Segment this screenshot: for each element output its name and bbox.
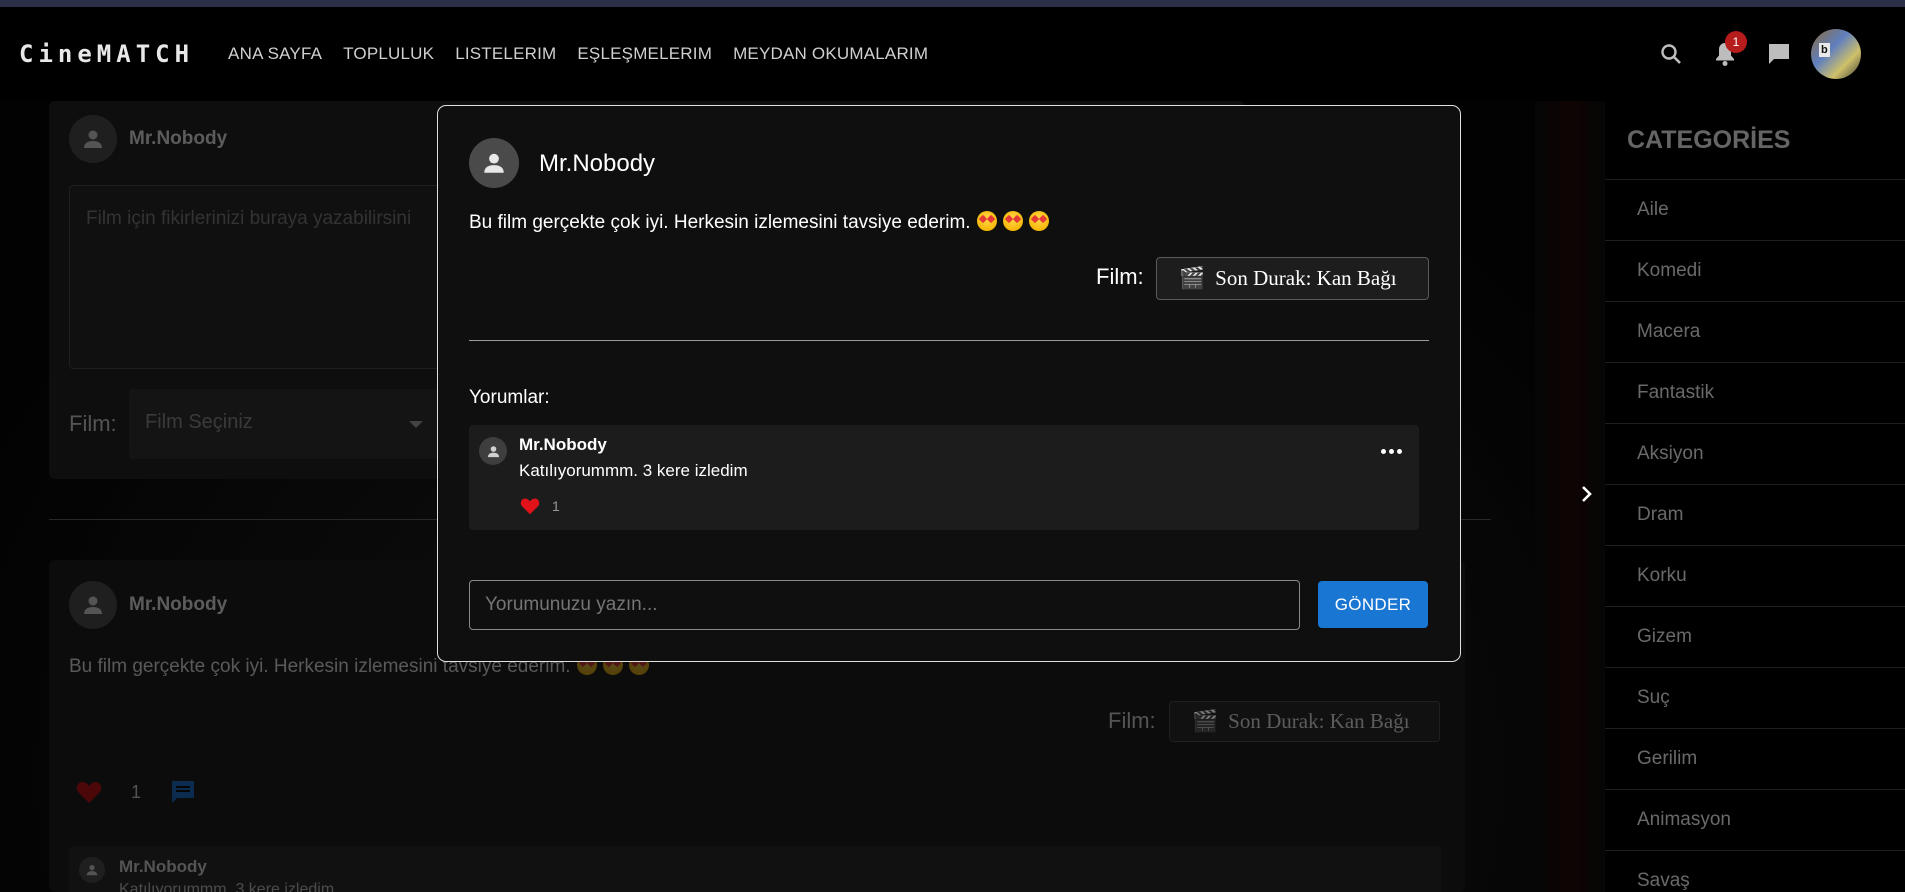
clapperboard-icon: 🎬 [1179, 266, 1206, 290]
nav-link-challenges[interactable]: MEYDAN OKUMALARIM [733, 44, 928, 64]
comments-title: Yorumlar: [469, 387, 550, 408]
nav-link-lists[interactable]: LISTELERIM [455, 44, 556, 64]
modal-post-text: Bu film gerçekte çok iyi. Herkesin izlem… [469, 212, 971, 233]
star-eyes-emoji [976, 211, 997, 231]
sidebar-toggle-button[interactable] [1577, 484, 1597, 504]
user-avatar[interactable]: b [1811, 29, 1861, 79]
nav-link-home[interactable]: ANA SAYFA [228, 44, 322, 64]
send-comment-button[interactable]: GÖNDER [1318, 581, 1428, 628]
modal-post-body: Bu film gerçekte çok iyi. Herkesin izlem… [469, 211, 1049, 234]
comment-text: Katılıyorummm. 3 kere izledim [519, 461, 748, 480]
person-icon [484, 153, 504, 173]
more-dots-icon [1397, 449, 1402, 454]
comment-more-button[interactable] [1381, 449, 1402, 454]
nav-actions: 1 b [1637, 29, 1861, 79]
comment-like-button[interactable] [520, 497, 540, 520]
chat-icon [1769, 44, 1789, 64]
notification-badge: 1 [1725, 31, 1747, 53]
modal-film-chip[interactable]: 🎬 Son Durak: Kan Bağı [1156, 257, 1429, 300]
modal-username: Mr.Nobody [539, 150, 656, 177]
modal-divider [469, 340, 1429, 341]
search-button[interactable] [1651, 34, 1691, 74]
chevron-right-icon [1582, 486, 1592, 502]
notifications-button[interactable]: 1 [1705, 31, 1747, 74]
search-icon [1661, 44, 1681, 64]
logo[interactable]: CineMATCH [19, 40, 194, 68]
comment-item: Mr.Nobody Katılıyorummm. 3 kere izledim … [469, 425, 1419, 530]
messages-button[interactable] [1759, 34, 1799, 74]
star-eyes-emoji [1002, 211, 1023, 231]
nav-links: ANA SAYFA TOPLULUK LISTELERIM EŞLEŞMELER… [228, 44, 928, 64]
nav-link-community[interactable]: TOPLULUK [343, 44, 434, 64]
person-icon [487, 445, 499, 457]
window-top-stripe [0, 0, 1905, 7]
modal-film-label: Film: [1096, 264, 1144, 289]
comment-input[interactable] [469, 580, 1300, 630]
heart-icon [520, 498, 540, 515]
more-dots-icon [1389, 449, 1394, 454]
comment-username: Mr.Nobody [519, 435, 607, 454]
avatar-text: b [1819, 43, 1830, 57]
star-eyes-emoji [1028, 211, 1049, 231]
modal-avatar [469, 138, 519, 188]
comment-like-count: 1 [552, 498, 560, 514]
post-detail-modal: Mr.Nobody Bu film gerçekte çok iyi. Herk… [437, 105, 1461, 662]
nav-link-matches[interactable]: EŞLEŞMELERIM [577, 44, 712, 64]
more-dots-icon [1381, 449, 1386, 454]
comment-avatar [479, 437, 507, 465]
navbar: CineMATCH ANA SAYFA TOPLULUK LISTELERIM … [0, 7, 1905, 101]
modal-film-name: Son Durak: Kan Bağı [1215, 266, 1397, 290]
